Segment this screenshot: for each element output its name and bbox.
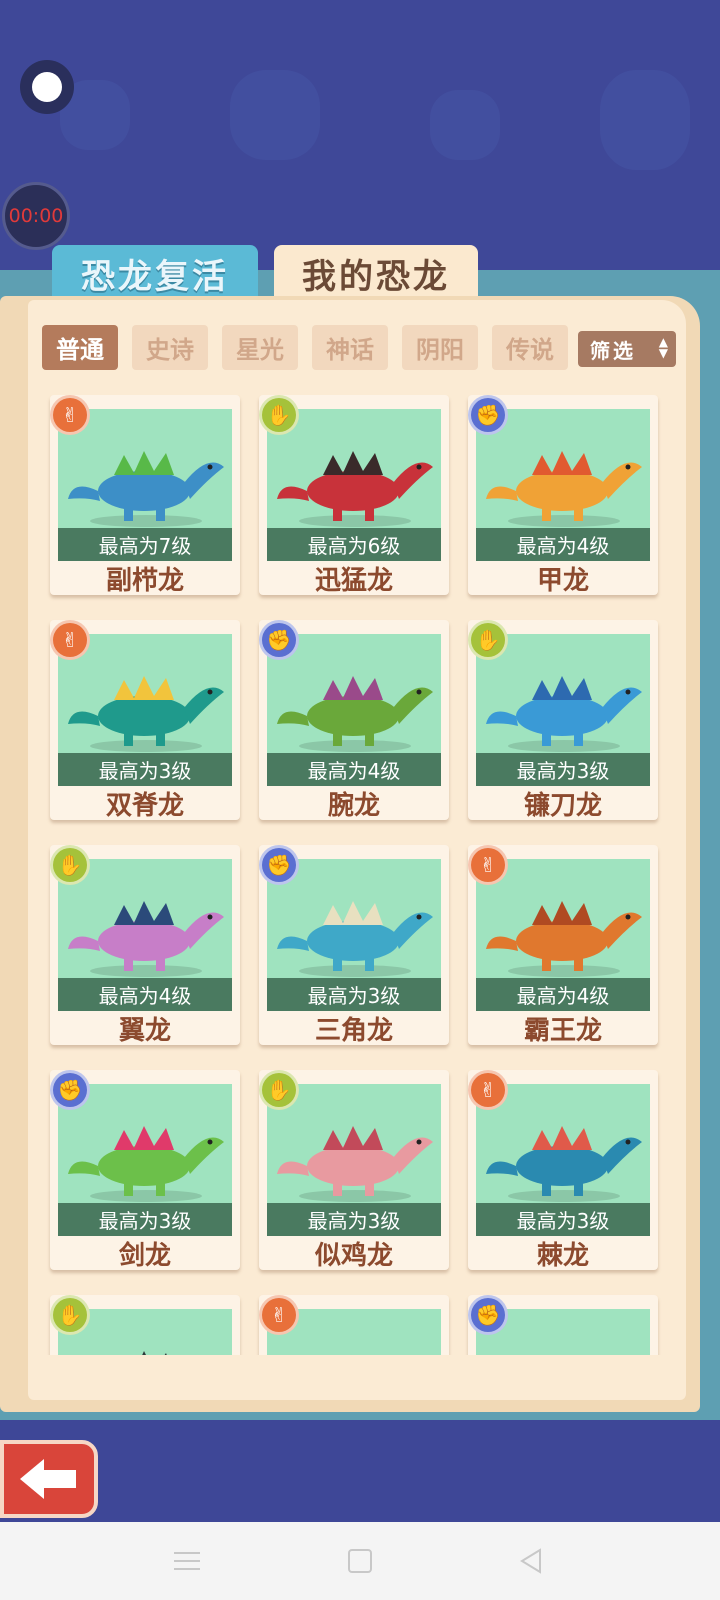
- rock-icon: ✊: [259, 845, 299, 885]
- dinosaur-name: 翼龙: [118, 1015, 171, 1046]
- system-nav-bar: [0, 1522, 720, 1600]
- filter-epic[interactable]: 史诗: [132, 325, 208, 370]
- max-level-label: 最高为3级: [267, 978, 441, 1011]
- dinosaur-card[interactable]: 最高为3级似鸡龙 ✋: [259, 1070, 449, 1271]
- dinosaur-card[interactable]: 最高为4级霸王龙 ✌: [468, 845, 658, 1046]
- max-level-label: 最高为3级: [267, 1203, 441, 1236]
- rock-icon: ✊: [259, 620, 299, 660]
- max-level-label: 最高为6级: [267, 528, 441, 561]
- dinosaur-name: 似鸡龙: [314, 1240, 393, 1271]
- max-level-label: 最高为4级: [267, 753, 441, 786]
- filter-yinyang[interactable]: 阴阳: [402, 325, 478, 370]
- rock-icon: ✊: [468, 1295, 508, 1335]
- max-level-label: 最高为7级: [58, 528, 232, 561]
- max-level-label: 最高为4级: [476, 528, 650, 561]
- dinosaur-card[interactable]: 最高为7级副栉龙 ✌: [50, 395, 240, 596]
- back-button[interactable]: [0, 1440, 98, 1518]
- tab-my-dinosaurs[interactable]: 我的恐龙: [274, 245, 478, 301]
- max-level-label: 最高为3级: [58, 1203, 232, 1236]
- back-arrow-icon: [20, 1459, 76, 1499]
- dinosaur-name: 双脊龙: [105, 790, 184, 821]
- dinosaur-name: 三角龙: [314, 1015, 393, 1046]
- dinosaur-card[interactable]: 最高为3级镰刀龙 ✋: [468, 620, 658, 821]
- dinosaur-name: 霸王龙: [523, 1015, 602, 1046]
- max-level-label: 最高为4级: [476, 978, 650, 1011]
- paper-icon: ✋: [259, 395, 299, 435]
- dinosaur-card[interactable]: 最高为3级棘龙 ✌: [468, 1070, 658, 1271]
- paw-decoration: [430, 90, 500, 160]
- dinosaur-grid: 最高为7级 副栉龙 ✌ 最高为6级 迅猛龙 ✋ 最高为4级 甲龙 ✊ 最高为3级 双脊龙 ✌ 最高为4级…: [40, 395, 690, 1355]
- filter-select[interactable]: 筛选 ▲ ▼: [578, 331, 676, 367]
- scissors-icon: ✌: [50, 395, 90, 435]
- max-level-label: 最高为4级: [58, 978, 232, 1011]
- paw-decoration: [600, 70, 690, 170]
- max-level-label: 最高为3级: [476, 753, 650, 786]
- paper-icon: ✋: [50, 845, 90, 885]
- dinosaur-name: 棘龙: [536, 1240, 589, 1271]
- dinosaur-name: 腕龙: [327, 790, 380, 821]
- dinosaur-name: 镰刀龙: [523, 790, 602, 821]
- tab-dinosaur-revive[interactable]: 恐龙复活: [52, 245, 258, 301]
- dinosaur-card[interactable]: 最高为6级迅猛龙 ✋: [259, 395, 449, 596]
- menu-icon[interactable]: [170, 1544, 204, 1578]
- dinosaur-name: 副栉龙: [105, 565, 184, 596]
- dinosaur-card[interactable]: 最高为3级三角龙 ✊: [259, 845, 449, 1046]
- dinosaur-card[interactable]: 最高为4级甲龙 ✊: [468, 395, 658, 596]
- filter-myth[interactable]: 神话: [312, 325, 388, 370]
- timer-display: 00:00: [2, 182, 70, 250]
- dinosaur-name: 甲龙: [536, 565, 589, 596]
- scissors-icon: ✌: [259, 1295, 299, 1335]
- dinosaur-name: 迅猛龙: [314, 565, 393, 596]
- dinosaur-card[interactable]: ✋: [50, 1295, 240, 1355]
- back-nav-icon[interactable]: [514, 1544, 548, 1578]
- dinosaur-card[interactable]: 最高为3级双脊龙 ✌: [50, 620, 240, 821]
- filter-select-label: 筛选: [590, 338, 636, 363]
- paper-icon: ✋: [259, 1070, 299, 1110]
- home-icon[interactable]: [343, 1544, 377, 1578]
- max-level-label: 最高为3级: [476, 1203, 650, 1236]
- dinosaur-name: 剑龙: [118, 1240, 171, 1271]
- filter-legend[interactable]: 传说: [492, 325, 568, 370]
- max-level-label: 最高为3级: [58, 753, 232, 786]
- dinosaur-card[interactable]: 最高为4级翼龙 ✋: [50, 845, 240, 1046]
- filter-starlight[interactable]: 星光: [222, 325, 298, 370]
- paper-icon: ✋: [468, 620, 508, 660]
- paw-decoration: [230, 70, 320, 160]
- rock-icon: ✊: [468, 395, 508, 435]
- paper-icon: ✋: [50, 1295, 90, 1335]
- record-button[interactable]: [20, 60, 74, 114]
- rock-icon: ✊: [50, 1070, 90, 1110]
- scissors-icon: ✌: [468, 1070, 508, 1110]
- dinosaur-card[interactable]: 最高为3级剑龙 ✊: [50, 1070, 240, 1271]
- sort-arrows-icon: ▲ ▼: [658, 335, 668, 360]
- dinosaur-card[interactable]: ✊: [468, 1295, 658, 1355]
- scissors-icon: ✌: [468, 845, 508, 885]
- scissors-icon: ✌: [50, 620, 90, 660]
- dinosaur-card[interactable]: 最高为4级腕龙 ✊: [259, 620, 449, 821]
- filter-common[interactable]: 普通: [42, 325, 118, 370]
- dinosaur-card[interactable]: ✌: [259, 1295, 449, 1355]
